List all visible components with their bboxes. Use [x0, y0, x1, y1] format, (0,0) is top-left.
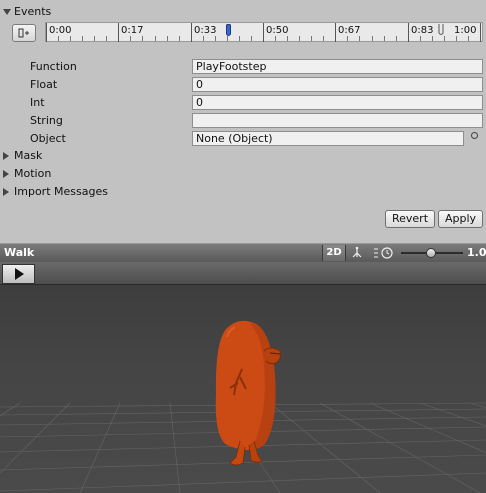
mask-label: Mask — [14, 149, 43, 162]
character-model — [215, 320, 281, 466]
event-marker[interactable] — [226, 24, 231, 36]
event-timeline[interactable]: 0:00 0:17 0:33 0:50 0:67 0:83 1:00 — [45, 22, 483, 42]
timeline-minor-tick — [179, 36, 180, 41]
foldout-arrow-down-icon — [3, 8, 11, 15]
pivot-toggle[interactable] — [348, 245, 368, 261]
timeline-minor-tick — [396, 36, 397, 41]
timeline-minor-tick — [227, 36, 228, 41]
timeline-minor-tick — [420, 36, 421, 41]
timeline-minor-tick — [275, 36, 276, 41]
timeline-major-tick — [480, 23, 481, 42]
timeline-minor-tick — [251, 36, 252, 41]
import-messages-foldout[interactable]: Import Messages — [3, 185, 108, 198]
timeline-minor-tick — [106, 36, 107, 41]
timeline-minor-tick — [444, 36, 445, 41]
playhead-marker[interactable] — [438, 24, 444, 36]
play-button[interactable] — [2, 264, 35, 284]
object-picker-icon[interactable] — [471, 132, 478, 139]
preview-toolbar — [0, 262, 486, 285]
speed-slider-thumb[interactable] — [426, 248, 436, 258]
timeline-tick-label: 0:50 — [266, 25, 289, 36]
field-label-function: Function — [30, 60, 77, 73]
field-label-object: Object — [30, 132, 66, 145]
timeline-major-tick — [191, 23, 192, 42]
timeline-minor-tick — [299, 36, 300, 41]
timeline-tick-label: 0:33 — [194, 25, 217, 36]
add-event-button[interactable] — [12, 24, 36, 42]
inspector-panel: Events 0:00 0:17 0:33 0:50 0:67 0:83 1:00 Func… — [0, 0, 486, 243]
field-label-string: String — [30, 114, 63, 127]
clip-name: Walk — [4, 246, 35, 259]
timeline-minor-tick — [311, 36, 312, 41]
timeline-minor-tick — [239, 36, 240, 41]
playback-speed-icon — [372, 245, 398, 261]
speed-value: 1.0 — [467, 246, 486, 259]
timeline-minor-tick — [167, 36, 168, 41]
string-field[interactable] — [192, 113, 483, 128]
timeline-minor-tick — [432, 36, 433, 41]
import-messages-label: Import Messages — [14, 185, 108, 198]
playhead-icon — [438, 24, 444, 35]
pivot-icon — [352, 246, 362, 258]
mode-2d-toggle[interactable]: 2D — [322, 245, 346, 261]
events-foldout[interactable]: Events — [3, 5, 51, 18]
timeline-minor-tick — [372, 36, 373, 41]
apply-button[interactable]: Apply — [438, 210, 483, 228]
events-label: Events — [14, 5, 52, 18]
preview-viewport[interactable] — [0, 285, 486, 493]
field-label-int: Int — [30, 96, 45, 109]
timeline-minor-tick — [456, 36, 457, 41]
object-field[interactable]: None (Object) — [192, 131, 464, 146]
timeline-minor-tick — [58, 36, 59, 41]
motion-foldout[interactable]: Motion — [3, 167, 51, 180]
timeline-minor-tick — [287, 36, 288, 41]
foldout-arrow-right-icon — [3, 187, 9, 196]
timeline-minor-tick — [130, 36, 131, 41]
timeline-minor-tick — [215, 36, 216, 41]
timeline-minor-tick — [347, 36, 348, 41]
foldout-arrow-right-icon — [3, 169, 9, 178]
timeline-minor-tick — [359, 36, 360, 41]
timeline-tick-label: 0:67 — [338, 25, 361, 36]
timeline-minor-tick — [70, 36, 71, 41]
revert-button[interactable]: Revert — [385, 210, 435, 228]
speed-icon — [374, 247, 393, 259]
preview-header: Walk 2D 1.0 — [0, 243, 486, 262]
timeline-minor-tick — [94, 36, 95, 41]
timeline-minor-tick — [142, 36, 143, 41]
timeline-minor-tick — [384, 36, 385, 41]
timeline-minor-tick — [203, 36, 204, 41]
timeline-minor-tick — [323, 36, 324, 41]
timeline-tick-label: 1:00 — [454, 25, 477, 36]
timeline-major-tick — [408, 23, 409, 42]
function-field[interactable]: PlayFootstep — [192, 59, 483, 74]
timeline-major-tick — [118, 23, 119, 42]
int-field[interactable]: 0 — [192, 95, 483, 110]
float-field[interactable]: 0 — [192, 77, 483, 92]
foldout-arrow-right-icon — [3, 151, 9, 160]
timeline-major-tick — [263, 23, 264, 42]
timeline-minor-tick — [468, 36, 469, 41]
timeline-tick-label: 0:00 — [49, 25, 72, 36]
field-label-float: Float — [30, 78, 58, 91]
motion-label: Motion — [14, 167, 52, 180]
play-icon — [14, 268, 24, 280]
timeline-major-tick — [335, 23, 336, 42]
timeline-minor-tick — [155, 36, 156, 41]
timeline-tick-label: 0:17 — [121, 25, 144, 36]
timeline-minor-tick — [82, 36, 83, 41]
timeline-major-tick — [46, 23, 47, 42]
timeline-tick-label: 0:83 — [411, 25, 434, 36]
mask-foldout[interactable]: Mask — [3, 149, 42, 162]
add-event-icon — [18, 28, 29, 38]
preview-scene — [0, 320, 486, 493]
